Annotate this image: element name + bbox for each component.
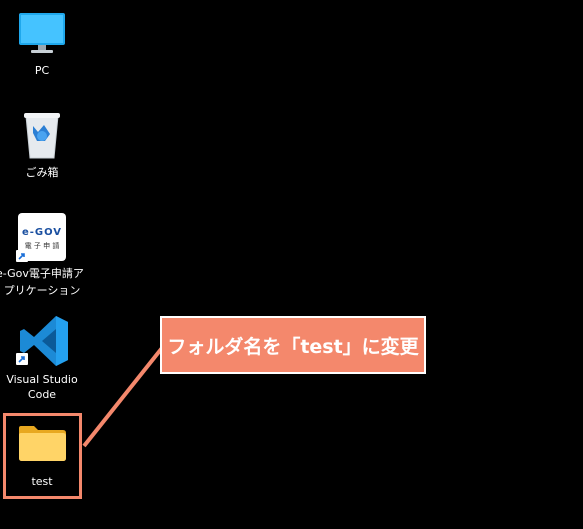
callout-connector xyxy=(82,346,164,448)
callout-text: フォルダ名を「test」に変更 xyxy=(167,335,419,358)
desktop: PC ごみ箱 e-GOV 電 子 申 請 e-Gov電子申請ア プリケーション xyxy=(0,0,583,529)
annotation-callout: フォルダ名を「test」に変更 xyxy=(160,316,426,374)
